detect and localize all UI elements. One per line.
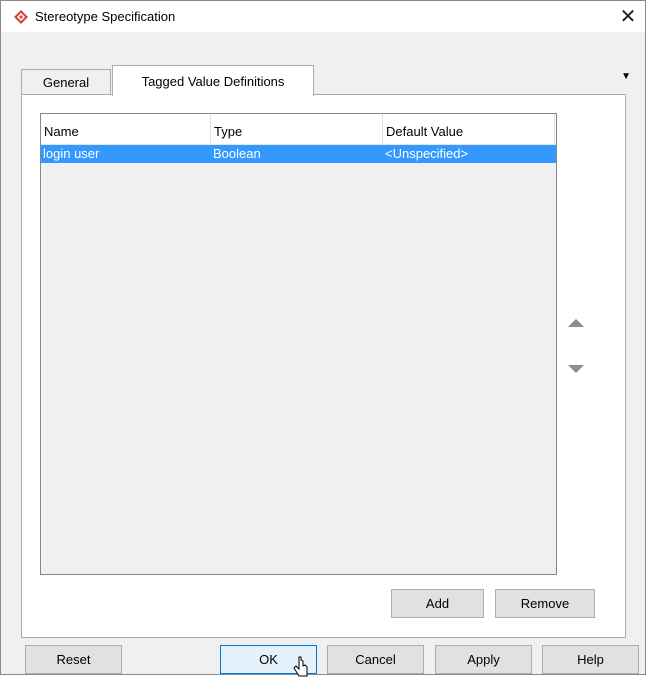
help-button[interactable]: Help (542, 645, 639, 674)
cell-type[interactable]: Boolean (211, 145, 383, 163)
column-header-default-value[interactable]: Default Value (383, 114, 555, 144)
tab-general[interactable]: General (21, 69, 111, 95)
tab-tagged-value-definitions[interactable]: Tagged Value Definitions (112, 65, 314, 96)
tab-menu-dropdown-icon[interactable]: ▼ (621, 71, 631, 82)
cell-name[interactable]: login user (41, 145, 211, 163)
tagged-values-table[interactable]: Name Type Default Value login user Boole… (40, 113, 557, 575)
add-button[interactable]: Add (391, 589, 484, 618)
table-header: Name Type Default Value (41, 114, 556, 145)
apply-button[interactable]: Apply (435, 645, 532, 674)
diamond-logo-icon (14, 10, 28, 24)
remove-button[interactable]: Remove (495, 589, 595, 618)
cell-default-value[interactable]: <Unspecified> (383, 145, 555, 163)
column-header-name[interactable]: Name (41, 114, 211, 144)
close-icon[interactable]: ✕ (611, 1, 645, 32)
title-bar: Stereotype Specification ✕ (1, 1, 645, 32)
column-header-type[interactable]: Type (211, 114, 383, 144)
mouse-pointer-icon (293, 656, 308, 677)
reset-button[interactable]: Reset (25, 645, 122, 674)
window-title: Stereotype Specification (35, 9, 176, 24)
move-down-icon[interactable] (567, 363, 585, 375)
cancel-button[interactable]: Cancel (327, 645, 424, 674)
table-row[interactable]: login user Boolean <Unspecified> (41, 145, 556, 163)
move-up-icon[interactable] (567, 317, 585, 329)
stereotype-specification-dialog: Stereotype Specification ✕ General Tagge… (0, 0, 646, 675)
tagged-values-panel: Name Type Default Value login user Boole… (21, 94, 626, 638)
